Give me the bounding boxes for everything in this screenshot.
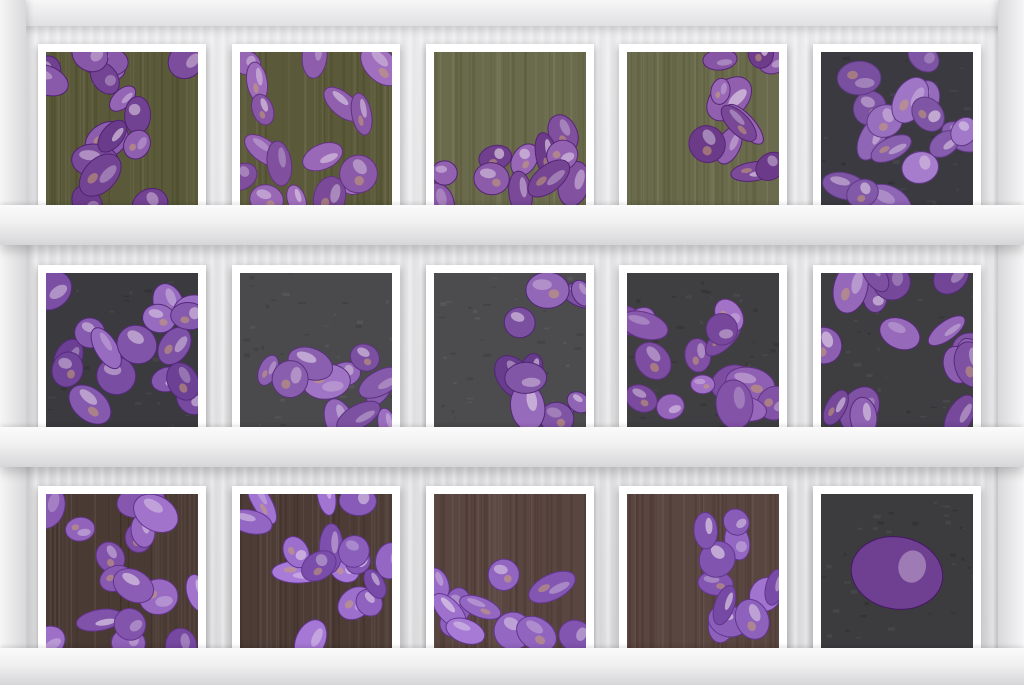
amethyst-photo — [240, 273, 392, 427]
photo-frame-r1-c4 — [619, 44, 787, 214]
photo-frame-r2-c3 — [426, 265, 594, 435]
photo-frame-r2-c1 — [38, 265, 206, 435]
photo-frame-r1-c1 — [38, 44, 206, 214]
photo-frame-r2-c5 — [813, 265, 981, 435]
amethyst-photo — [240, 52, 392, 206]
shelf-left-side — [0, 0, 26, 685]
photo-frame-r1-c5 — [813, 44, 981, 214]
amethyst-photo — [434, 494, 586, 648]
amethyst-photo — [46, 494, 198, 648]
amethyst-photo — [46, 52, 198, 206]
amethyst-photo — [434, 273, 586, 427]
amethyst-photo — [821, 52, 973, 206]
photo-frame-r2-c4 — [619, 265, 787, 435]
amethyst-photo — [627, 52, 779, 206]
amethyst-photo — [434, 52, 586, 206]
amethyst-photo — [46, 273, 198, 427]
shelf-board-2 — [0, 427, 1024, 467]
amethyst-photo — [821, 494, 973, 648]
photo-frame-r3-c2 — [232, 486, 400, 656]
photo-frame-r3-c5 — [813, 486, 981, 656]
amethyst-photo — [627, 273, 779, 427]
amethyst-photo — [821, 273, 973, 427]
amethyst-photo — [240, 494, 392, 648]
photo-frame-r3-c3 — [426, 486, 594, 656]
photo-frame-r3-c4 — [619, 486, 787, 656]
amethyst-photo — [627, 494, 779, 648]
shelf-right-side — [998, 0, 1024, 685]
shelf-board-1 — [0, 205, 1024, 245]
photo-frame-r2-c2 — [232, 265, 400, 435]
shelf-board-3 — [0, 648, 1024, 685]
photo-frame-r1-c3 — [426, 44, 594, 214]
photo-frame-r1-c2 — [232, 44, 400, 214]
shelf-top-board — [0, 0, 1024, 26]
photo-frame-r3-c1 — [38, 486, 206, 656]
